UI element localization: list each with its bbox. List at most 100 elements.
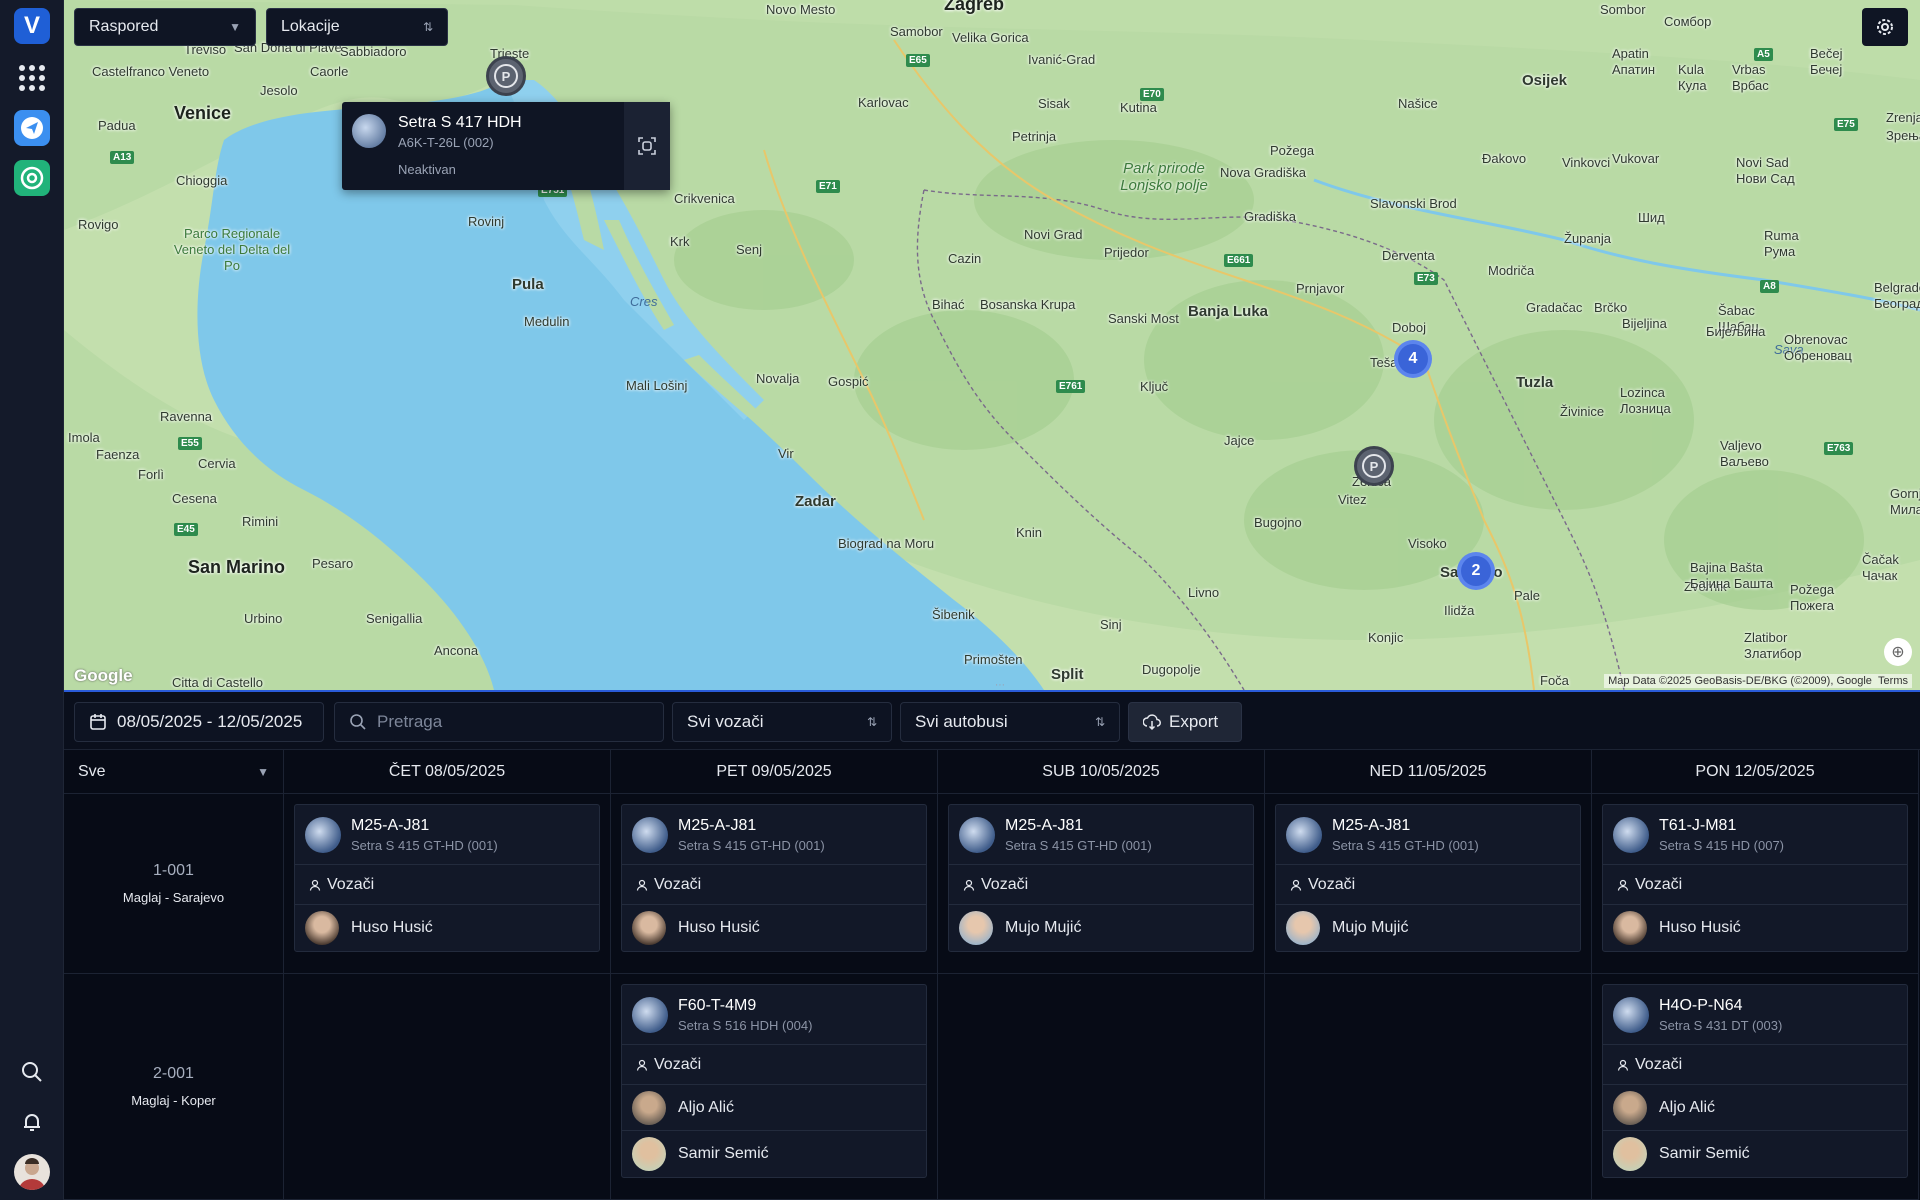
map-label-town: Modriča <box>1488 263 1535 278</box>
driver-item[interactable]: Mujo Mujić <box>1276 905 1580 951</box>
map-label-city: Zagreb <box>944 0 1005 14</box>
driver-item[interactable]: Mujo Mujić <box>949 905 1253 951</box>
vehicle-popup-body[interactable]: Setra S 417 HDH A6K-T-26L (002) Neaktiva… <box>342 102 624 190</box>
schedule-cell[interactable]: M25-A-J81 Setra S 415 GT-HD (001) Vozači Hu… <box>284 794 611 974</box>
export-label: Export <box>1169 712 1219 731</box>
drivers-header: Vozači <box>622 1045 926 1085</box>
bus-info[interactable]: M25-A-J81 Setra S 415 GT-HD (001) <box>622 805 926 865</box>
terms-link[interactable]: Terms <box>1878 675 1908 687</box>
map-label-cyrillic: Обреновац <box>1784 348 1852 363</box>
avatar <box>1613 1137 1647 1171</box>
bell-icon[interactable] <box>14 1104 50 1140</box>
driver-name: Mujo Mujić <box>1005 919 1082 936</box>
schedule-cell[interactable]: M25-A-J81 Setra S 415 GT-HD (001) Vozači Mu… <box>1265 794 1592 974</box>
assignment-card[interactable]: M25-A-J81 Setra S 415 GT-HD (001) Vozači Mu… <box>948 804 1254 952</box>
bus-cluster-marker[interactable]: 4 <box>1394 340 1432 378</box>
assignment-card[interactable]: M25-A-J81 Setra S 415 GT-HD (001) Vozači Hu… <box>621 804 927 952</box>
map-label-cyrillic: Рума <box>1764 244 1796 259</box>
bus-info[interactable]: F60-T-4M9 Setra S 516 HDH (004) <box>622 985 926 1045</box>
day-column-header: NED 11/05/2025 <box>1265 750 1592 794</box>
assignment-card[interactable]: M25-A-J81 Setra S 415 GT-HD (001) Vozači Hu… <box>294 804 600 952</box>
bus-thumbnail <box>352 114 386 148</box>
map-recenter-button[interactable]: ⊕ <box>1884 638 1912 666</box>
bus-info[interactable]: H4O-P-N64 Setra S 431 DT (003) <box>1603 985 1907 1045</box>
location-icon[interactable] <box>14 160 50 196</box>
map-label-cyrillic: Лозница <box>1620 401 1671 416</box>
app-logo[interactable]: V <box>14 8 50 44</box>
driver-item[interactable]: Huso Husić <box>1603 905 1907 951</box>
bus-info[interactable]: M25-A-J81 Setra S 415 GT-HD (001) <box>295 805 599 865</box>
schedule-cell[interactable]: M25-A-J81 Setra S 415 GT-HD (001) Vozači Hu… <box>611 794 938 974</box>
map-label-town: Požega <box>1270 143 1315 158</box>
driver-item[interactable]: Samir Semić <box>1603 1131 1907 1177</box>
driver-item[interactable]: Aljo Alić <box>622 1085 926 1131</box>
driver-name: Aljo Alić <box>678 1098 735 1116</box>
resize-handle[interactable]: ⋯ <box>992 681 1008 691</box>
map-label-town: Rimini <box>242 514 279 529</box>
assignment-card[interactable]: F60-T-4M9 Setra S 516 HDH (004) Vozači Aljo… <box>621 984 927 1178</box>
schedule-cell[interactable]: M25-A-J81 Setra S 415 GT-HD (001) Vozači Mu… <box>938 794 1265 974</box>
assignment-card[interactable]: M25-A-J81 Setra S 415 GT-HD (001) Vozači Mu… <box>1275 804 1581 952</box>
bus-cluster-marker[interactable]: 2 <box>1457 552 1495 590</box>
driver-item[interactable]: Samir Semić <box>622 1131 926 1177</box>
search-input[interactable] <box>377 712 637 732</box>
vehicle-popup[interactable]: Setra S 417 HDH A6K-T-26L (002) Neaktiva… <box>342 102 670 190</box>
drivers-header: Vozači <box>949 865 1253 905</box>
map-settings-button[interactable] <box>1862 8 1908 46</box>
parking-marker[interactable]: P <box>1354 446 1394 486</box>
map-label-city: Pula <box>512 276 544 293</box>
parking-marker[interactable]: P <box>486 56 526 96</box>
map-label-town: Đakovo <box>1482 151 1527 166</box>
chevron-down-icon: ▼ <box>257 764 269 779</box>
road-shield: E73 <box>1414 272 1438 285</box>
map-label-town: Cres <box>630 294 658 309</box>
driver-item[interactable]: Huso Husić <box>295 905 599 951</box>
date-range-picker[interactable]: 08/05/2025 - 12/05/2025 <box>74 702 324 742</box>
map-label-cyrillic: Шид <box>1638 210 1665 225</box>
user-icon <box>1617 1059 1629 1071</box>
locations-select[interactable]: Lokacije ⇅ <box>266 8 448 46</box>
map-label-town: Prnjavor <box>1296 281 1345 296</box>
map-view[interactable]: Venice San Marino Zagreb Pula Zadar Spli… <box>64 0 1920 690</box>
map-label-city: Osijek <box>1522 72 1568 89</box>
driver-item[interactable]: Huso Husić <box>622 905 926 951</box>
gear-icon <box>1877 19 1893 35</box>
export-button[interactable]: Export <box>1128 702 1242 742</box>
map-label-town: Ilidža <box>1444 603 1475 618</box>
drivers-label: Vozači <box>654 1055 702 1073</box>
road-shield: E761 <box>1056 380 1086 393</box>
map-label-town: Rovinj <box>468 214 505 229</box>
map-label-town: Sombor <box>1600 2 1646 17</box>
driver-item[interactable]: Aljo Alić <box>1603 1085 1907 1131</box>
map-label-cyrillic: Београд <box>1874 296 1920 311</box>
drivers-filter[interactable]: Svi vozači ⇅ <box>672 702 892 742</box>
send-icon[interactable] <box>14 110 50 146</box>
focus-vehicle-button[interactable] <box>624 102 670 190</box>
route-row-label[interactable]: 2-001 Maglaj - Koper <box>64 974 284 1200</box>
bus-info[interactable]: M25-A-J81 Setra S 415 GT-HD (001) <box>1276 805 1580 865</box>
bus-info[interactable]: T61-J-M81 Setra S 415 HD (007) <box>1603 805 1907 865</box>
schedule-cell[interactable] <box>938 974 1265 1200</box>
apps-grid-icon[interactable] <box>14 60 50 96</box>
search-box[interactable] <box>334 702 664 742</box>
map-label-town: Forlì <box>138 467 164 482</box>
bus-info[interactable]: M25-A-J81 Setra S 415 GT-HD (001) <box>949 805 1253 865</box>
schedule-cell[interactable]: F60-T-4M9 Setra S 516 HDH (004) Vozači Aljo… <box>611 974 938 1200</box>
schedule-cell[interactable]: H4O-P-N64 Setra S 431 DT (003) Vozači Aljo … <box>1592 974 1919 1200</box>
search-icon[interactable] <box>14 1054 50 1090</box>
driver-name: Huso Husić <box>1659 919 1741 936</box>
schedule-cell[interactable] <box>284 974 611 1200</box>
map-label-town: Medulin <box>524 314 570 329</box>
assignment-card[interactable]: T61-J-M81 Setra S 415 HD (007) Vozači Huso … <box>1602 804 1908 952</box>
map-label-town: Vir <box>778 446 794 461</box>
group-filter[interactable]: Sve ▼ <box>64 750 284 794</box>
schedule-cell[interactable]: T61-J-M81 Setra S 415 HD (007) Vozači Huso … <box>1592 794 1919 974</box>
route-row-label[interactable]: 1-001 Maglaj - Sarajevo <box>64 794 284 974</box>
drivers-filter-value: Svi vozači <box>687 712 764 731</box>
map-label-town: Krk <box>670 234 690 249</box>
schedule-cell[interactable] <box>1265 974 1592 1200</box>
schedule-select[interactable]: Raspored ▼ <box>74 8 256 46</box>
buses-filter[interactable]: Svi autobusi ⇅ <box>900 702 1120 742</box>
assignment-card[interactable]: H4O-P-N64 Setra S 431 DT (003) Vozači Aljo … <box>1602 984 1908 1178</box>
avatar[interactable] <box>14 1154 50 1190</box>
